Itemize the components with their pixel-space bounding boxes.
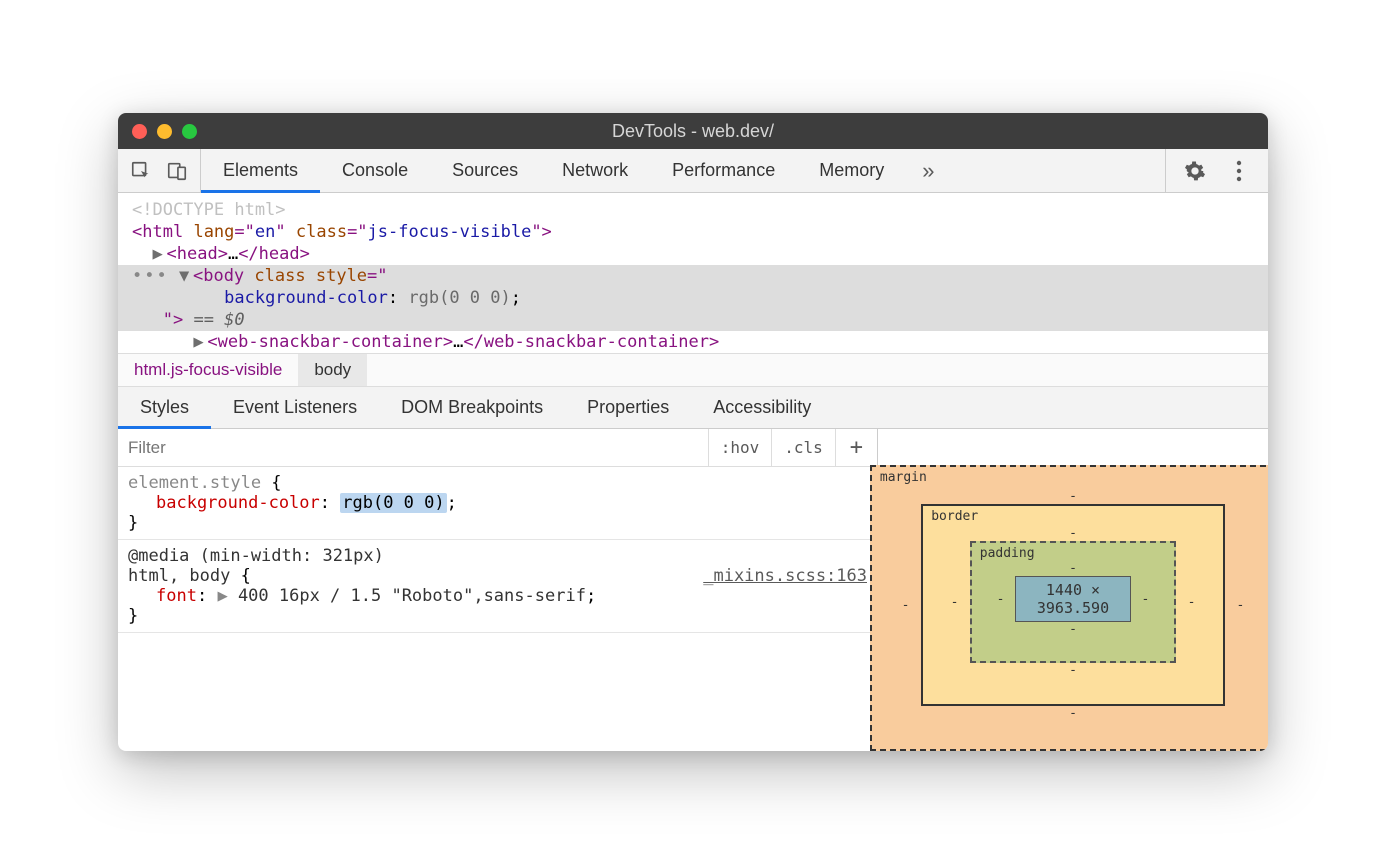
kebab-menu-icon[interactable] (1226, 158, 1252, 184)
box-model-panel: margin - - border - - padding - (878, 429, 1268, 751)
styles-panel: :hov .cls + element.style { background-c… (118, 429, 1268, 751)
tab-console[interactable]: Console (320, 149, 430, 192)
subtab-accessibility[interactable]: Accessibility (691, 387, 833, 428)
cls-toggle[interactable]: .cls (771, 429, 835, 466)
margin-label: margin (880, 470, 927, 485)
expand-shorthand-icon[interactable]: ▶ (217, 586, 227, 606)
subtab-properties[interactable]: Properties (565, 387, 691, 428)
media-query: @media (min-width: 321px) (128, 546, 384, 566)
tab-sources[interactable]: Sources (430, 149, 540, 192)
panel-tabs: Elements Console Sources Network Perform… (201, 149, 1165, 192)
styles-filter-input[interactable] (118, 429, 708, 466)
breadcrumb-body[interactable]: body (298, 354, 367, 386)
sidebar-tabs: Styles Event Listeners DOM Breakpoints P… (118, 387, 1268, 429)
css-value-highlighted[interactable]: rgb(0 0 0) (340, 493, 446, 513)
doctype-node[interactable]: <!DOCTYPE html> (132, 200, 286, 220)
styles-toolbar: :hov .cls + (118, 429, 877, 467)
style-rule-element[interactable]: element.style { background-color: rgb(0 … (118, 467, 877, 540)
tab-memory[interactable]: Memory (797, 149, 906, 192)
window-title: DevTools - web.dev/ (118, 121, 1268, 142)
subtab-event-listeners[interactable]: Event Listeners (211, 387, 379, 428)
devtools-window: DevTools - web.dev/ Elements Console Sou… (118, 113, 1268, 751)
tab-network[interactable]: Network (540, 149, 650, 192)
html-node[interactable]: <html lang="en" class="js-focus-visible"… (118, 221, 1268, 243)
device-toolbar-icon[interactable] (164, 158, 190, 184)
console-reference: == $0 (193, 310, 244, 330)
subtab-styles[interactable]: Styles (118, 387, 211, 428)
css-property[interactable]: font (156, 586, 197, 606)
style-rule-media[interactable]: @media (min-width: 321px) html, body {_m… (118, 540, 877, 633)
dom-tree[interactable]: <!DOCTYPE html> <html lang="en" class="j… (118, 193, 1268, 353)
box-model[interactable]: margin - - border - - padding - (870, 465, 1268, 751)
settings-icon[interactable] (1182, 158, 1208, 184)
titlebar: DevTools - web.dev/ (118, 113, 1268, 149)
snackbar-node[interactable]: ▶<web-snackbar-container>…</web-snackbar… (118, 331, 1268, 353)
content-dimensions: 1440 × 3963.590 (1015, 576, 1130, 622)
close-window-button[interactable] (132, 124, 147, 139)
more-tabs-button[interactable]: » (906, 149, 950, 192)
maximize-window-button[interactable] (182, 124, 197, 139)
main-toolbar: Elements Console Sources Network Perform… (118, 149, 1268, 193)
inspect-element-icon[interactable] (128, 158, 154, 184)
source-link[interactable]: _mixins.scss:163 (703, 566, 867, 586)
minimize-window-button[interactable] (157, 124, 172, 139)
subtab-dom-breakpoints[interactable]: DOM Breakpoints (379, 387, 565, 428)
traffic-lights (132, 124, 197, 139)
breadcrumb-html[interactable]: html.js-focus-visible (118, 354, 298, 386)
padding-label: padding (980, 546, 1035, 561)
new-style-rule-button[interactable]: + (835, 429, 877, 466)
hov-toggle[interactable]: :hov (708, 429, 772, 466)
border-label: border (931, 509, 978, 524)
tab-performance[interactable]: Performance (650, 149, 797, 192)
body-node-selected[interactable]: ••• ▼<body class style=" background-colo… (118, 265, 1268, 331)
css-value[interactable]: 400 16px / 1.5 "Roboto",sans-serif (238, 586, 586, 606)
dom-breadcrumb: html.js-focus-visible body (118, 353, 1268, 387)
tab-elements[interactable]: Elements (201, 149, 320, 192)
css-property[interactable]: background-color (156, 493, 320, 513)
head-node[interactable]: ▶<head>…</head> (118, 243, 1268, 265)
